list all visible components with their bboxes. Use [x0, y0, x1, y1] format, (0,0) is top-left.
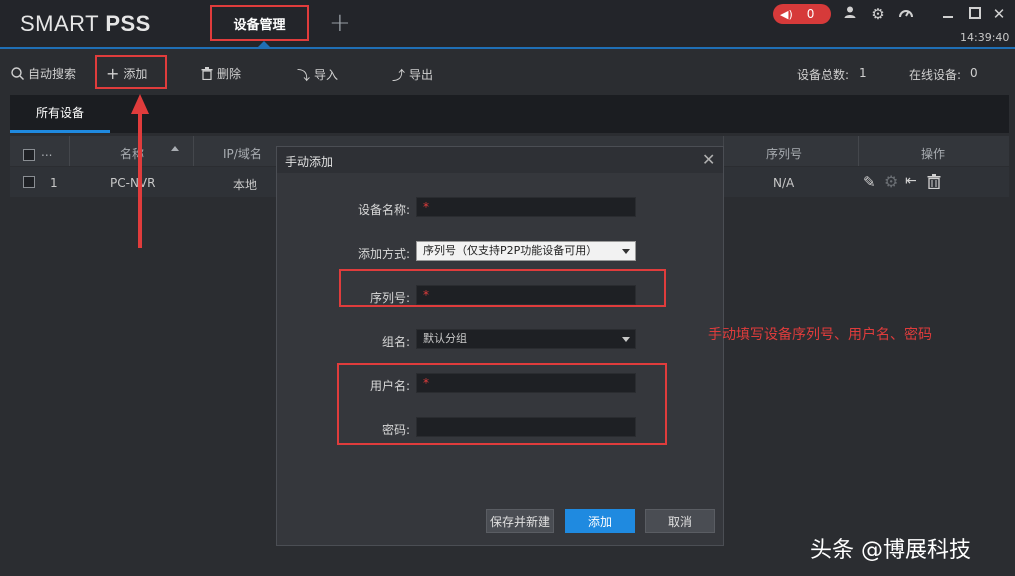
- trash-icon: [201, 67, 213, 80]
- trash-icon[interactable]: [927, 174, 941, 193]
- close-icon[interactable]: ✕: [990, 5, 1008, 23]
- required-mark: *: [423, 288, 429, 302]
- title-bar: [0, 0, 1015, 49]
- serial-input[interactable]: *: [416, 285, 636, 305]
- maximize-icon[interactable]: [966, 5, 984, 23]
- add-tab-button[interactable]: +: [329, 10, 351, 36]
- column-header-ip[interactable]: IP/域名: [223, 145, 262, 162]
- tab-device-management[interactable]: 设备管理: [210, 5, 309, 41]
- alarm-badge[interactable]: ◀) 0: [773, 4, 831, 24]
- add-button[interactable]: + 添加: [106, 65, 147, 82]
- row-ip: 本地: [233, 178, 258, 192]
- column-header-more[interactable]: ...: [41, 145, 52, 159]
- device-total-label: 设备总数:: [797, 68, 850, 82]
- add-confirm-button[interactable]: 添加: [565, 509, 635, 533]
- annotation-arrow: [131, 94, 149, 248]
- column-divider: [69, 136, 70, 166]
- sort-ascending-icon[interactable]: [171, 146, 179, 151]
- speaker-icon: ◀): [780, 7, 793, 21]
- clock: 14:39:40: [960, 31, 1010, 44]
- logout-icon[interactable]: ⇤: [905, 173, 917, 189]
- device-total-value: 1: [859, 66, 867, 80]
- group-label: 组名:: [381, 335, 410, 349]
- group-select[interactable]: 默认分组: [416, 329, 636, 349]
- column-divider: [858, 136, 859, 166]
- alarm-count: 0: [806, 7, 815, 21]
- add-mode-select[interactable]: 序列号（仅支持P2P功能设备可用）: [416, 241, 636, 261]
- search-icon: [11, 67, 24, 80]
- gauge-icon[interactable]: [897, 5, 915, 23]
- gear-icon[interactable]: ⚙: [869, 5, 887, 23]
- row-checkbox[interactable]: [23, 176, 35, 188]
- online-device-label: 在线设备:: [909, 68, 962, 82]
- online-device-value: 0: [970, 66, 978, 80]
- user-icon[interactable]: [841, 5, 859, 23]
- row-serial: N/A: [773, 176, 795, 190]
- import-icon: ⤵: [297, 69, 311, 84]
- tab-all-devices[interactable]: 所有设备: [10, 95, 110, 133]
- dialog-title: 手动添加: [285, 155, 334, 169]
- export-icon: ⤴: [392, 69, 406, 84]
- chevron-down-icon: [622, 337, 630, 342]
- auto-search-button[interactable]: 自动搜索: [11, 65, 76, 82]
- edit-icon[interactable]: ✎: [863, 173, 876, 191]
- export-button[interactable]: ⤴ 导出: [392, 65, 433, 84]
- tab-active-indicator: [258, 41, 270, 47]
- username-input[interactable]: *: [416, 373, 636, 393]
- minimize-icon[interactable]: [939, 5, 957, 23]
- username-label: 用户名:: [369, 379, 410, 393]
- row-index: 1: [50, 176, 58, 190]
- chevron-down-icon: [622, 249, 630, 254]
- dialog-header: [277, 147, 723, 173]
- dialog-close-icon[interactable]: ✕: [702, 150, 715, 169]
- device-tab-strip: [10, 95, 1009, 133]
- password-input[interactable]: [416, 417, 636, 437]
- required-mark: *: [423, 376, 429, 390]
- save-and-new-button[interactable]: 保存并新建: [486, 509, 554, 533]
- column-header-serial[interactable]: 序列号: [766, 145, 802, 162]
- settings-icon[interactable]: ⚙: [884, 172, 898, 191]
- annotation-text: 手动填写设备序列号、用户名、密码: [708, 327, 932, 343]
- delete-button[interactable]: 删除: [201, 65, 241, 82]
- app-logo: SMART PSS: [20, 11, 151, 36]
- column-divider: [193, 136, 194, 166]
- column-header-operations[interactable]: 操作: [921, 145, 945, 162]
- import-button[interactable]: ⤵ 导入: [297, 65, 338, 84]
- device-name-label: 设备名称:: [357, 203, 410, 217]
- plus-icon: +: [106, 63, 120, 83]
- select-all-checkbox[interactable]: [23, 149, 35, 161]
- device-name-input[interactable]: *: [416, 197, 636, 217]
- serial-label: 序列号:: [369, 291, 410, 305]
- required-mark: *: [423, 200, 429, 214]
- cancel-button[interactable]: 取消: [645, 509, 715, 533]
- password-label: 密码:: [381, 423, 410, 437]
- add-mode-label: 添加方式:: [357, 247, 410, 261]
- watermark: 头条 @博展科技: [810, 538, 971, 563]
